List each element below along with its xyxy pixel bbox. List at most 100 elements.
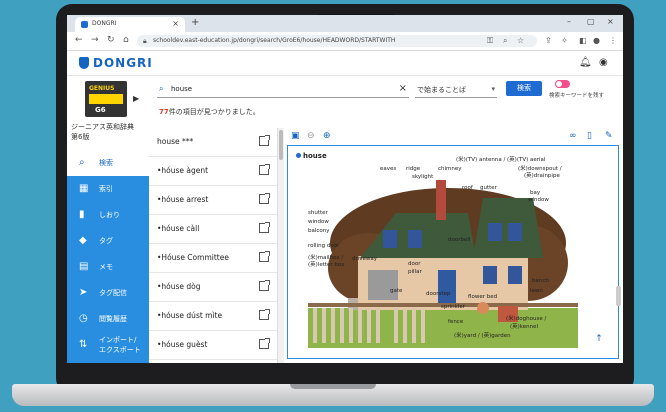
search-icon: ⌕	[79, 157, 85, 168]
link-icon[interactable]: ∞	[569, 131, 577, 141]
chevron-down-icon: ▾	[491, 85, 495, 93]
list-item[interactable]: •hóuse àgent	[149, 157, 277, 186]
sidebar-item-import-export[interactable]: ⇅ インポート/ エクスポート	[67, 332, 149, 362]
label-doghouse: (米)doghouse /	[506, 316, 547, 322]
open-external-icon[interactable]	[259, 251, 270, 262]
zoom-icon[interactable]: ⌕	[503, 36, 507, 46]
url-field[interactable]: 🔒︎ schooldev.east-education.jp/dongri/se…	[137, 35, 537, 47]
edit-note-icon[interactable]: ✎	[605, 131, 613, 141]
open-external-icon[interactable]	[259, 309, 270, 320]
browser-tab[interactable]: DONGRI ×	[75, 17, 185, 32]
reload-icon[interactable]: ↻	[107, 35, 115, 45]
download-icon[interactable]: ⊕	[323, 131, 331, 141]
bell-icon[interactable]: 🔔︎	[579, 57, 592, 68]
share-tag-icon: ➤	[79, 287, 88, 298]
result-count-number: 77	[159, 108, 169, 116]
label-letter-box: (英)letter box	[308, 262, 345, 268]
list-item[interactable]: •hóuse dòg	[149, 273, 277, 302]
lock-icon: 🔒︎	[143, 37, 147, 45]
label-bay-window: window	[528, 197, 549, 203]
label-doorbell: doorbell	[448, 237, 471, 243]
app-logo[interactable]: DONGRI	[79, 56, 153, 70]
open-external-icon[interactable]	[259, 222, 270, 233]
home-icon[interactable]: ⌂	[123, 35, 129, 45]
search-input[interactable]: ⌕ house ×	[157, 83, 409, 98]
list-item[interactable]: •hóuse arrest	[149, 186, 277, 215]
detail-scrollbar-thumb[interactable]	[616, 286, 621, 306]
label-lawn: lawn	[530, 288, 543, 294]
sidebar-item-label: 索引	[99, 185, 113, 193]
result-count-text: 件の項目が見つかりました。	[168, 108, 260, 116]
play-icon[interactable]: ▶	[133, 94, 139, 103]
open-external-icon[interactable]	[259, 280, 270, 291]
list-scrollbar[interactable]	[278, 128, 284, 363]
sidebar-item-history[interactable]: ◷ 閲覧履歴	[67, 306, 149, 332]
keep-keyword-toggle[interactable]	[555, 80, 570, 88]
menu-icon[interactable]: ⋮	[609, 36, 617, 45]
search-query: house	[171, 85, 193, 93]
search-mode-select[interactable]: で始まることば ▾	[415, 83, 497, 98]
list-item[interactable]: •hóuse guèst	[149, 331, 277, 360]
search-button[interactable]: 検索	[506, 81, 542, 96]
back-to-top-icon[interactable]: ↑	[592, 334, 606, 348]
close-tab-icon[interactable]: ×	[172, 19, 179, 28]
list-item-label: •Hóuse Committee	[157, 253, 229, 262]
favicon-icon	[81, 21, 88, 28]
open-external-icon[interactable]	[259, 164, 270, 175]
sidebar-item-tag-share[interactable]: ➤ タグ配信	[67, 280, 149, 306]
open-external-icon[interactable]	[259, 135, 270, 146]
memo-icon: ▤	[79, 261, 89, 272]
sidepanel-icon[interactable]: ◧	[579, 36, 587, 45]
list-item[interactable]: house ***	[149, 128, 277, 157]
list-item[interactable]: •Hóuse Committee	[149, 244, 277, 273]
maximize-icon[interactable]: ▢	[587, 17, 595, 26]
sidebar: ⌕ 検索 ▦ 索引 ▮ しおり ◆ タグ ▤ メモ ➤ タグ配信 ◷ 閲覧履歴 …	[67, 150, 149, 363]
sidebar-item-search[interactable]: ⌕ 検索	[67, 150, 149, 176]
label-yard-garden: (米)yard / (英)garden	[454, 333, 511, 339]
label-eaves: eaves	[380, 166, 397, 172]
new-tab-icon[interactable]: +	[191, 17, 199, 28]
sidebar-item-memo[interactable]: ▤ メモ	[67, 254, 149, 280]
clear-icon[interactable]: ×	[399, 83, 407, 94]
bookmark-icon: ▮	[79, 209, 85, 220]
label-fence: fence	[448, 319, 464, 325]
tab-title: DONGRI	[92, 20, 117, 27]
list-item[interactable]: •hóuse dúst mìte	[149, 302, 277, 331]
headword-marker	[296, 153, 301, 158]
history-icon: ◷	[79, 313, 88, 324]
password-icon[interactable]: ⚿	[487, 36, 493, 46]
bookmark-add-icon[interactable]: ▯	[587, 131, 592, 141]
open-external-icon[interactable]	[259, 193, 270, 204]
book-edition: 第6版	[71, 133, 90, 141]
sidebar-item-index[interactable]: ▦ 索引	[67, 176, 149, 202]
sidebar-item-tag[interactable]: ◆ タグ	[67, 228, 149, 254]
extensions-icon[interactable]: ✧	[561, 36, 568, 45]
forward-icon[interactable]: →	[91, 35, 99, 45]
label-drainpipe: (英)drainpipe	[524, 173, 560, 179]
detail-toolbar: ▣ ⊖ ⊕ ∞ ▯ ✎	[285, 128, 623, 144]
scrollbar-thumb[interactable]	[279, 130, 283, 160]
back-icon[interactable]: ←	[75, 35, 83, 45]
logo-text: DONGRI	[93, 56, 153, 70]
open-external-icon[interactable]	[259, 338, 270, 349]
prev-icon[interactable]: ⊖	[307, 131, 315, 141]
app-header: DONGRI 🔔︎ ◉	[67, 51, 623, 76]
list-item[interactable]: •hóuse càll	[149, 215, 277, 244]
list-item-label: •hóuse guèst	[157, 340, 208, 349]
close-window-icon[interactable]: ×	[607, 17, 614, 26]
grid-icon: ▦	[79, 183, 89, 194]
star-icon[interactable]: ☆	[517, 36, 524, 45]
minimize-icon[interactable]: –	[567, 17, 571, 26]
image-icon[interactable]: ▣	[291, 131, 300, 141]
profile-icon[interactable]: ●	[593, 36, 600, 45]
list-item-label: •hóuse àgent	[157, 166, 209, 175]
share-icon[interactable]: ⇪	[545, 36, 552, 45]
dictionary-panel[interactable]: GENIUS G6 ▶ ジーニアス英和辞典 第6版	[67, 76, 149, 156]
account-icon[interactable]: ◉	[599, 57, 608, 68]
shield-logo-icon	[79, 57, 89, 69]
sidebar-item-bookmark[interactable]: ▮ しおり	[67, 202, 149, 228]
search-icon: ⌕	[159, 84, 164, 93]
label-skylight: skylight	[412, 174, 434, 180]
label-kennel: (英)kennel	[510, 324, 539, 330]
list-item-label: •hóuse càll	[157, 224, 200, 233]
